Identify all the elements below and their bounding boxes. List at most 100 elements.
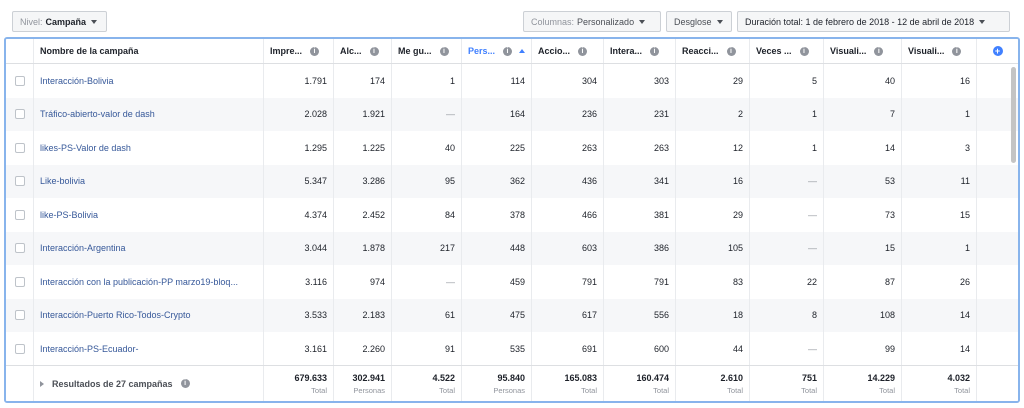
metric-value: 1.921 [362, 109, 385, 120]
table-row: Interacción-PS-Ecuador- 3.161 2.260 91 535 69… [6, 332, 1018, 366]
metric-value: 1 [811, 109, 817, 120]
metric-value: 29 [732, 209, 743, 220]
metric-value: 114 [510, 75, 525, 86]
column-header-people[interactable]: Pers... i [462, 39, 532, 63]
campaign-link[interactable]: Tráfico-abierto-valor de dash [40, 109, 155, 119]
breakdown-button[interactable]: Desglose [666, 11, 732, 32]
info-icon[interactable]: i [952, 46, 962, 56]
total-unit: Total [439, 385, 455, 395]
column-header-times[interactable]: Veces ... i [750, 39, 824, 63]
campaign-link[interactable]: Like-bolivia [40, 176, 85, 186]
campaign-link[interactable]: Interacción-Bolivia [40, 76, 114, 86]
metric-cell-people: 535 [462, 332, 532, 366]
total-cell-impressions: 679.633 Total [264, 366, 334, 401]
metric-cell-impressions: 4.374 [264, 198, 334, 232]
info-icon[interactable]: i [439, 46, 449, 56]
total-value: 2.610 [720, 372, 743, 383]
metric-cell-actions: 691 [532, 332, 604, 366]
row-checkbox[interactable] [14, 176, 25, 187]
total-value: 165.083 [564, 372, 597, 383]
metric-cell-actions: 617 [532, 298, 604, 332]
metric-cell-reach: 2.183 [334, 298, 392, 332]
campaign-link[interactable]: likes-PS-Valor de dash [40, 143, 131, 153]
metric-cell-people: 114 [462, 64, 532, 98]
chevron-down-icon [716, 19, 723, 24]
row-checkbox[interactable] [14, 243, 25, 254]
metric-value: 263 [653, 142, 669, 153]
campaign-link[interactable]: Interacción-PS-Ecuador- [40, 344, 139, 354]
vertical-scrollbar[interactable] [1011, 67, 1016, 163]
column-header-impressions[interactable]: Impre... i [264, 39, 334, 63]
metric-value: 83 [732, 276, 743, 287]
column-header-views1[interactable]: Visuali... i [824, 39, 902, 63]
metric-cell-views2: 3 [902, 131, 977, 165]
date-range-selector[interactable]: Duración total: 1 de febrero de 2018 - 1… [737, 11, 1010, 32]
info-icon[interactable]: i [578, 46, 588, 56]
row-checkbox[interactable] [14, 276, 25, 287]
row-end-cell [977, 299, 1018, 333]
metric-cell-views1: 87 [824, 265, 902, 299]
column-header-views2[interactable]: Visuali... i [902, 39, 977, 63]
campaign-table: Nombre de la campaña Impre... i Alc... i Me g… [4, 37, 1020, 403]
total-value: 95.840 [497, 372, 525, 383]
info-icon[interactable]: i [650, 46, 660, 56]
campaign-link[interactable]: Interacción-Argentina [40, 243, 126, 253]
row-checkbox[interactable] [14, 209, 25, 220]
add-column-icon[interactable]: + [992, 46, 1003, 56]
total-unit: Total [653, 385, 669, 395]
column-header-likes[interactable]: Me gu... i [392, 39, 462, 63]
row-select-cell [6, 198, 34, 232]
column-header-reactions[interactable]: Reacci... i [676, 39, 750, 63]
info-icon[interactable]: i [369, 46, 379, 56]
column-header-campaign-name[interactable]: Nombre de la campaña [34, 39, 264, 63]
total-unit: Total [311, 385, 327, 395]
metric-cell-people: 475 [462, 298, 532, 332]
metric-value: 2.452 [362, 209, 385, 220]
expand-triangle-icon[interactable] [40, 380, 44, 387]
metric-value: 18 [732, 310, 743, 321]
metric-value: 1 [811, 142, 817, 153]
campaign-link[interactable]: like-PS-Bolivia [40, 210, 98, 220]
metric-value: 459 [509, 276, 525, 287]
total-value: 4.032 [947, 372, 970, 383]
table-row: Interacción-Bolivia 1.791 174 1 114 304 303 29 5… [6, 64, 1018, 98]
total-cell-actions: 165.083 Total [532, 366, 604, 401]
metric-cell-likes: — [392, 265, 462, 299]
info-icon[interactable]: i [874, 46, 884, 56]
info-icon[interactable]: i [310, 46, 320, 56]
metric-cell-likes: 84 [392, 198, 462, 232]
metric-cell-actions: 263 [532, 131, 604, 165]
metric-cell-impressions: 3.044 [264, 231, 334, 265]
total-cell-people: 95.840 Personas [462, 366, 532, 401]
metric-value: 556 [653, 310, 669, 321]
row-checkbox[interactable] [14, 142, 25, 153]
row-checkbox[interactable] [14, 310, 25, 321]
info-icon[interactable]: i [180, 379, 190, 388]
column-header-interactions[interactable]: Intera... i [604, 39, 676, 63]
info-icon[interactable]: i [799, 46, 809, 56]
campaign-link[interactable]: Interacción con la publicación-PP marzo1… [40, 277, 238, 287]
level-selector[interactable]: Nivel: Campaña [12, 11, 107, 32]
metric-value: 61 [444, 310, 455, 321]
metric-cell-actions: 436 [532, 164, 604, 198]
columns-prefix: Columnas: [531, 16, 575, 27]
metric-cell-times: 5 [750, 64, 824, 98]
info-icon[interactable]: i [726, 46, 736, 56]
metric-value: 2.028 [304, 109, 327, 120]
metric-value: 2.183 [362, 310, 385, 321]
column-header-reach[interactable]: Alc... i [334, 39, 392, 63]
sort-ascending-icon[interactable] [519, 49, 526, 53]
campaign-link[interactable]: Interacción-Puerto Rico-Todos-Crypto [40, 310, 191, 320]
campaign-name-cell: Interacción-PS-Ecuador- [34, 332, 264, 366]
footer-results-cell[interactable]: Resultados de 27 campañas i [34, 366, 264, 401]
row-checkbox[interactable] [14, 75, 25, 86]
table-footer: Resultados de 27 campañas i 679.633 Total 30… [6, 365, 1018, 401]
metric-cell-times: — [750, 198, 824, 232]
row-checkbox[interactable] [14, 109, 25, 120]
info-icon[interactable]: i [503, 46, 513, 56]
metric-cell-impressions: 2.028 [264, 97, 334, 131]
metric-cell-likes: 61 [392, 298, 462, 332]
columns-selector[interactable]: Columnas: Personalizado [523, 11, 661, 32]
row-checkbox[interactable] [14, 343, 25, 354]
column-header-actions[interactable]: Accio... i [532, 39, 604, 63]
